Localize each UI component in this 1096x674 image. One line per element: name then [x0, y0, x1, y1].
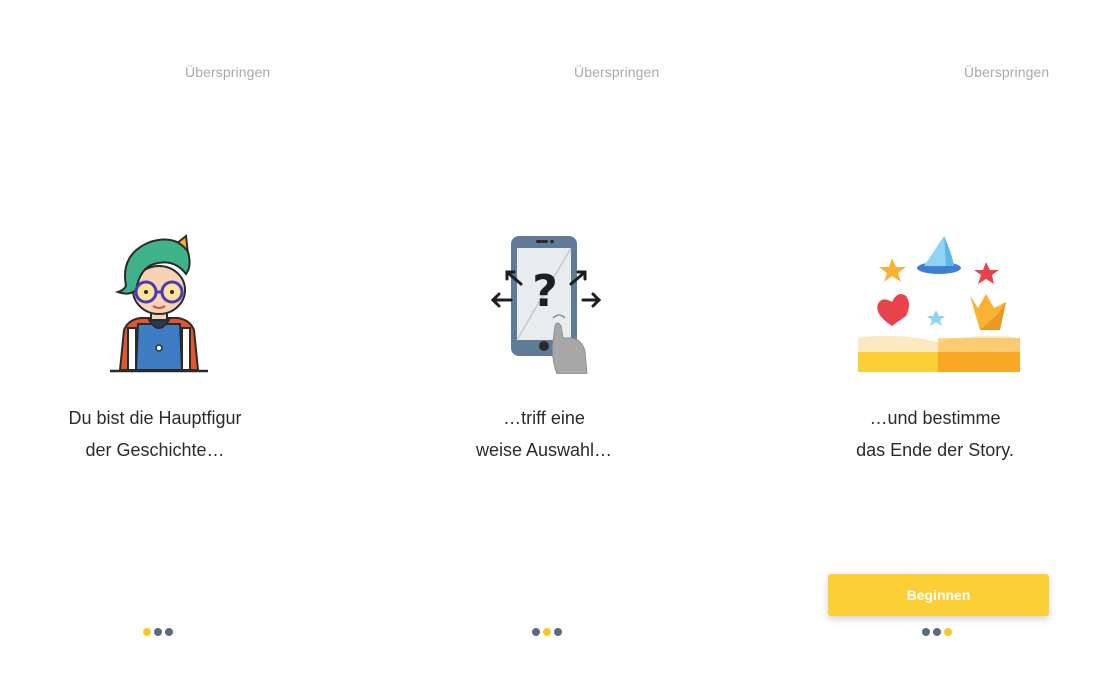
- page-dot-active: [543, 628, 551, 636]
- page-indicator: [532, 628, 562, 636]
- phone-choice-icon: ?: [490, 234, 603, 379]
- onboarding-caption: …triff eine weise Auswahl…: [414, 402, 674, 466]
- caption-line: …triff eine: [503, 408, 585, 428]
- page-dot-active: [944, 628, 952, 636]
- skip-link[interactable]: Überspringen: [964, 64, 1049, 80]
- page-dot: [532, 628, 540, 636]
- page-indicator: [143, 628, 173, 636]
- caption-line: das Ende der Story.: [856, 440, 1014, 460]
- skip-link[interactable]: Überspringen: [185, 64, 270, 80]
- caption-line: der Geschichte…: [85, 440, 225, 460]
- onboarding-screens: Überspringen Du bist die Hauptfigur der …: [0, 0, 1096, 674]
- page-dot: [922, 628, 930, 636]
- onboarding-screen-3: Überspringen …und bestimme das Ende der …: [730, 0, 1095, 674]
- caption-line: Du bist die Hauptfigur: [68, 408, 242, 428]
- start-button[interactable]: Beginnen: [828, 574, 1049, 616]
- magic-book-icon: [856, 234, 1022, 379]
- page-dot: [933, 628, 941, 636]
- caption-line: weise Auswahl…: [475, 440, 613, 460]
- page-indicator: [922, 628, 952, 636]
- skip-link[interactable]: Überspringen: [574, 64, 659, 80]
- onboarding-caption: Du bist die Hauptfigur der Geschichte…: [25, 402, 285, 466]
- onboarding-caption: …und bestimme das Ende der Story.: [805, 402, 1065, 466]
- page-dot-active: [143, 628, 151, 636]
- page-dot: [554, 628, 562, 636]
- page-dot: [154, 628, 162, 636]
- svg-text:?: ?: [532, 266, 558, 317]
- page-dot: [165, 628, 173, 636]
- onboarding-screen-1: Überspringen Du bist die Hauptfigur der …: [0, 0, 365, 674]
- hero-character-icon: [106, 234, 212, 379]
- caption-line: …und bestimme: [869, 408, 1001, 428]
- onboarding-screen-2: Überspringen ? …triff eine weise Auswahl…: [365, 0, 730, 674]
